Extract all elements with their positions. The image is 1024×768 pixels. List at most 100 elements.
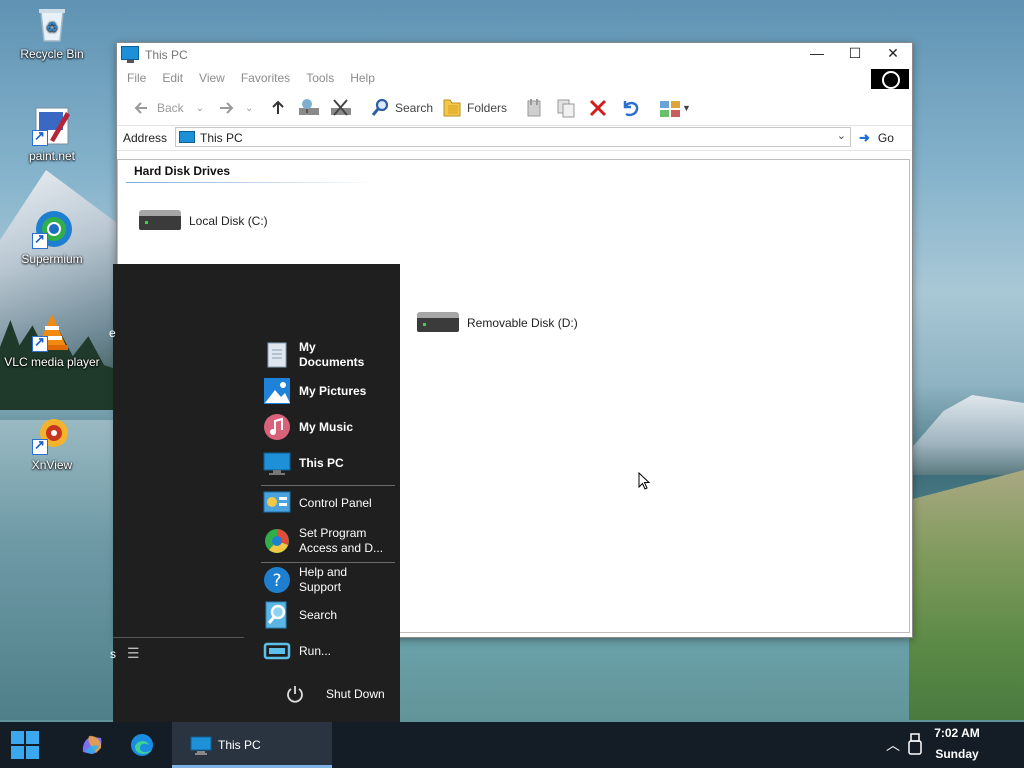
clock-day: Sunday bbox=[935, 747, 979, 761]
search-icon bbox=[369, 97, 391, 119]
maximize-button[interactable]: ☐ bbox=[836, 43, 874, 65]
group-divider bbox=[126, 182, 376, 183]
computer-icon bbox=[121, 46, 139, 63]
address-input[interactable]: This PC ⌄ bbox=[175, 127, 851, 147]
pictures-icon bbox=[263, 377, 291, 405]
usb-device-icon[interactable] bbox=[908, 733, 922, 758]
minimize-button[interactable]: — bbox=[798, 43, 836, 65]
menu-tools[interactable]: Tools bbox=[306, 71, 334, 85]
folders-icon bbox=[441, 97, 463, 119]
music-icon bbox=[263, 413, 291, 441]
back-dropdown-icon[interactable]: ⌄ bbox=[196, 103, 204, 114]
start-item-this-pc[interactable]: This PC bbox=[263, 449, 344, 477]
program-access-icon bbox=[263, 527, 291, 555]
window-controls: — ☐ ✕ bbox=[798, 43, 912, 65]
back-button[interactable]: Back ⌄ bbox=[131, 97, 204, 119]
svg-text:?: ? bbox=[272, 571, 281, 591]
delete-button[interactable] bbox=[587, 97, 613, 119]
undo-icon bbox=[619, 97, 641, 119]
start-item-search[interactable]: Search bbox=[263, 601, 337, 629]
menu-view[interactable]: View bbox=[199, 71, 225, 85]
supermium-icon bbox=[32, 209, 72, 249]
paint-net-icon bbox=[32, 106, 72, 146]
edge-button[interactable] bbox=[130, 733, 154, 760]
start-item-run[interactable]: Run... bbox=[263, 637, 331, 665]
drive-local-c[interactable]: Local Disk (C:) bbox=[139, 210, 268, 232]
shortcut-arrow-icon bbox=[32, 334, 48, 352]
move-to-icon bbox=[523, 97, 545, 119]
window-title: This PC bbox=[145, 48, 188, 62]
menu-bar: File Edit View Favorites Tools Help bbox=[117, 67, 912, 89]
desktop-icon-label: Supermium bbox=[21, 252, 83, 266]
address-value: This PC bbox=[200, 131, 243, 145]
copilot-button[interactable] bbox=[79, 732, 105, 761]
map-drive-button[interactable] bbox=[297, 97, 323, 119]
system-clock[interactable]: 7:02 AM Sunday bbox=[922, 726, 992, 761]
desktop-icon-supermium[interactable]: Supermium bbox=[2, 209, 102, 266]
start-menu-separator bbox=[261, 485, 395, 486]
menu-edit[interactable]: Edit bbox=[162, 71, 183, 85]
wallpaper-grass bbox=[909, 470, 1024, 720]
views-dropdown-icon[interactable]: ▼ bbox=[682, 103, 691, 113]
map-network-drive-icon bbox=[297, 97, 319, 119]
wallpaper-mountain-right bbox=[909, 395, 1024, 475]
shutdown-button[interactable]: Shut Down bbox=[285, 684, 385, 704]
desktop-icon-label: VLC media player bbox=[4, 355, 100, 369]
move-to-button[interactable] bbox=[523, 97, 549, 119]
list-icon[interactable]: ☰ bbox=[127, 645, 140, 662]
computer-icon bbox=[190, 736, 212, 755]
mouse-cursor-icon bbox=[638, 471, 652, 495]
start-menu[interactable]: e My Documents My Pictures My Music This… bbox=[109, 264, 400, 722]
delete-x-icon bbox=[587, 97, 609, 119]
taskbar: This PC ︿ 7:02 AM Sunday bbox=[0, 722, 1024, 768]
show-hidden-icons-chevron-icon[interactable]: ︿ bbox=[886, 735, 900, 755]
go-button[interactable]: ➜ Go bbox=[859, 130, 894, 146]
start-menu-separator bbox=[261, 562, 395, 563]
start-item-my-music[interactable]: My Music bbox=[263, 413, 353, 441]
computer-icon bbox=[179, 131, 195, 143]
start-item-my-pictures[interactable]: My Pictures bbox=[263, 377, 366, 405]
power-icon bbox=[285, 684, 305, 704]
clock-time: 7:02 AM bbox=[934, 726, 980, 740]
shortcut-arrow-icon bbox=[32, 128, 48, 146]
start-button[interactable] bbox=[10, 730, 40, 763]
forward-arrow-icon bbox=[215, 97, 237, 119]
views-icon bbox=[659, 97, 681, 119]
desktop-icon-label: paint.net bbox=[28, 149, 76, 163]
desktop-icon-vlc[interactable]: VLC media player bbox=[2, 312, 102, 369]
drive-removable-d[interactable]: Removable Disk (D:) bbox=[417, 312, 578, 334]
partial-left-text: e bbox=[109, 326, 116, 340]
title-bar[interactable]: This PC — ☐ ✕ bbox=[117, 43, 912, 67]
search-button[interactable]: Search bbox=[369, 97, 433, 119]
start-item-control-panel[interactable]: Control Panel bbox=[263, 489, 372, 517]
copy-to-icon bbox=[555, 97, 577, 119]
up-button[interactable] bbox=[267, 97, 293, 119]
start-item-help-support[interactable]: ? Help and Support bbox=[263, 565, 379, 595]
desktop-icon-paint-net[interactable]: paint.net bbox=[2, 106, 102, 163]
start-item-my-documents[interactable]: My Documents bbox=[263, 340, 379, 370]
copilot-icon bbox=[82, 735, 102, 754]
drive-label: Local Disk (C:) bbox=[189, 214, 268, 228]
copy-to-button[interactable] bbox=[555, 97, 581, 119]
disconnect-drive-button[interactable] bbox=[329, 97, 355, 119]
undo-button[interactable] bbox=[619, 97, 645, 119]
forward-dropdown-icon[interactable]: ⌄ bbox=[245, 103, 253, 114]
desktop-icon-xnview[interactable]: XnView bbox=[2, 415, 102, 472]
menu-help[interactable]: Help bbox=[350, 71, 375, 85]
partial-all-programs-text: s bbox=[110, 647, 116, 661]
desktop-icon-recycle-bin[interactable]: ♻ Recycle Bin bbox=[2, 4, 102, 61]
removable-drive-icon bbox=[417, 312, 459, 334]
search-icon bbox=[263, 601, 291, 629]
drive-label: Removable Disk (D:) bbox=[467, 316, 578, 330]
forward-button[interactable]: ⌄ bbox=[215, 97, 253, 119]
menu-file[interactable]: File bbox=[127, 71, 146, 85]
menu-favorites[interactable]: Favorites bbox=[241, 71, 290, 85]
close-button[interactable]: ✕ bbox=[874, 43, 912, 65]
start-item-set-program-access[interactable]: Set Program Access and D... bbox=[263, 526, 385, 556]
documents-icon bbox=[263, 341, 291, 369]
windows-logo-icon bbox=[11, 731, 39, 759]
views-button[interactable]: ▼ bbox=[659, 97, 691, 119]
address-dropdown-icon[interactable]: ⌄ bbox=[837, 129, 846, 142]
taskbar-item-this-pc[interactable]: This PC bbox=[172, 722, 332, 768]
folders-button[interactable]: Folders bbox=[441, 97, 507, 119]
